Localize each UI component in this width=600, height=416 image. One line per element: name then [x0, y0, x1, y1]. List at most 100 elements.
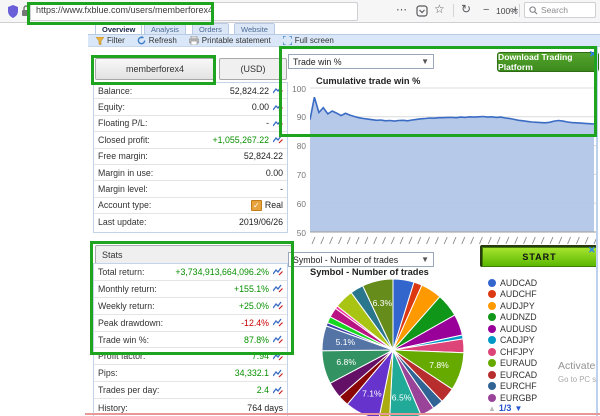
row-value: +3,734,913,664,096.2%: [175, 267, 269, 277]
y-tick-label: 50: [288, 228, 306, 238]
legend-label: EURCHF: [500, 381, 537, 391]
stats-table: Total return:+3,734,913,664,096.2%Monthl…: [93, 263, 288, 416]
more-menu-icon[interactable]: ⋯: [396, 3, 407, 18]
legend-label: EURGBP: [500, 393, 537, 403]
mini-chart-icon[interactable]: [273, 369, 283, 378]
legend-color-dot: [488, 302, 496, 310]
ad-close-icon-2[interactable]: ✕: [588, 246, 596, 255]
pocket-icon[interactable]: [416, 5, 428, 17]
y-tick-label: 100: [288, 84, 306, 94]
mini-chart-icon[interactable]: [273, 103, 283, 112]
legend-color-dot: [488, 336, 496, 344]
filter-button[interactable]: Filter: [96, 36, 125, 45]
url-text[interactable]: https://www.fxblue.com/users/memberforex…: [36, 5, 213, 15]
fullscreen-icon: [283, 36, 292, 45]
legend-label: EURAUD: [500, 358, 537, 368]
funnel-icon: [96, 37, 104, 45]
row-value: 52,824.22: [230, 86, 269, 96]
page-down-icon[interactable]: ▼: [514, 404, 522, 413]
chevron-down-icon: ▼: [421, 255, 429, 264]
mini-chart-icon[interactable]: [273, 386, 283, 395]
refresh-button[interactable]: Refresh: [137, 36, 177, 45]
row-label: Account type:: [98, 200, 251, 210]
row-value: 52,824.22: [244, 151, 283, 161]
svg-text:6.3%: 6.3%: [373, 298, 393, 308]
row-label: Monthly return:: [98, 284, 234, 294]
start-ad-frame: START: [480, 245, 597, 267]
mini-chart-icon[interactable]: [273, 86, 283, 95]
row-value: 7.94: [252, 351, 269, 361]
row-value: 2.4: [257, 385, 269, 395]
legend-item: AUDUSD: [488, 323, 537, 335]
row-label: Balance:: [98, 86, 230, 96]
row-value: 34,332.1: [235, 368, 269, 378]
row-label: Peak drawdown:: [98, 318, 241, 328]
symbol-select[interactable]: Symbol - Number of trades▼: [288, 252, 434, 267]
legend-color-dot: [488, 371, 496, 379]
svg-text:6.8%: 6.8%: [336, 357, 356, 367]
row-value: +155.1%: [234, 284, 269, 294]
legend-item: AUDCHF: [488, 289, 537, 301]
table-row: Balance:52,824.22: [94, 83, 287, 99]
legend-label: AUDCHF: [500, 289, 537, 299]
legend-item: AUDCAD: [488, 277, 537, 289]
reload-icon[interactable]: ↻: [461, 2, 471, 17]
svg-text:6.5%: 6.5%: [392, 393, 412, 403]
legend-item: EURGBP: [488, 392, 537, 404]
mini-chart-icon[interactable]: [273, 352, 283, 361]
mini-chart-icon[interactable]: [273, 135, 283, 144]
table-row: Trades per day:2.4: [94, 382, 287, 399]
mini-chart-icon[interactable]: [273, 301, 283, 310]
download-trading-platform-button[interactable]: Download Trading Platform: [497, 52, 599, 72]
y-tick-label: 90: [288, 112, 306, 122]
row-label: Profit factor:: [98, 351, 252, 361]
y-tick-label: 80: [288, 141, 306, 151]
page-up-icon[interactable]: ▲: [488, 404, 496, 413]
pie-legend: AUDCADAUDCHFAUDJPYAUDNZDAUDUSDCADJPYCHFJ…: [488, 277, 537, 404]
legend-color-dot: [488, 382, 496, 390]
zoom-in-icon[interactable]: +: [512, 3, 518, 18]
start-button[interactable]: START: [482, 247, 597, 267]
account-name-button[interactable]: memberforex4: [95, 58, 215, 80]
legend-item: EURCHF: [488, 381, 537, 393]
legend-pagination[interactable]: ▲ 1/3 ▼: [488, 403, 522, 413]
row-value: -: [280, 184, 283, 194]
screenshot-root: https://www.fxblue.com/users/memberforex…: [0, 0, 600, 416]
mini-chart-icon[interactable]: [273, 284, 283, 293]
legend-label: EURCAD: [500, 370, 537, 380]
legend-label: CHFJPY: [500, 347, 534, 357]
row-value: -: [266, 118, 269, 128]
full-screen-button[interactable]: Full screen: [283, 36, 334, 45]
legend-label: AUDCAD: [500, 278, 537, 288]
trade-win-select[interactable]: Trade win %▼: [288, 54, 434, 69]
search-input[interactable]: Search: [524, 2, 596, 18]
table-row: Free margin:52,824.22: [94, 149, 287, 165]
account-table: Balance:52,824.22Equity:0.00Floating P/L…: [93, 82, 288, 233]
row-value: 0.00: [252, 102, 269, 112]
mini-chart-icon[interactable]: [273, 335, 283, 344]
bookmark-star-icon[interactable]: ☆: [434, 2, 445, 17]
legend-label: CADJPY: [500, 335, 535, 345]
mini-chart-icon[interactable]: [273, 119, 283, 128]
mini-chart-icon[interactable]: [273, 318, 283, 327]
row-label: Closed profit:: [98, 135, 212, 145]
row-label: Floating P/L:: [98, 118, 266, 128]
legend-color-dot: [488, 313, 496, 321]
table-row: Pips:34,332.1: [94, 365, 287, 382]
mini-chart-icon[interactable]: [273, 267, 283, 276]
row-label: Free margin:: [98, 151, 244, 161]
shield-icon[interactable]: [7, 5, 19, 18]
y-tick-label: 60: [288, 199, 306, 209]
legend-label: AUDNZD: [500, 312, 537, 322]
svg-text:7.8%: 7.8%: [429, 360, 449, 370]
real-account-checkbox[interactable]: ✓: [251, 200, 262, 211]
zoom-out-icon[interactable]: −: [483, 3, 489, 18]
legend-label: AUDUSD: [500, 324, 537, 334]
svg-text:5.1%: 5.1%: [336, 337, 356, 347]
legend-item: CHFJPY: [488, 346, 537, 358]
stats-header: Stats: [95, 245, 292, 264]
printable-statement-button[interactable]: Printable statement: [189, 36, 271, 45]
row-label: Trades per day:: [98, 385, 257, 395]
page-right-border: [596, 46, 598, 416]
table-row: Closed profit:+1,055,267.22: [94, 132, 287, 148]
